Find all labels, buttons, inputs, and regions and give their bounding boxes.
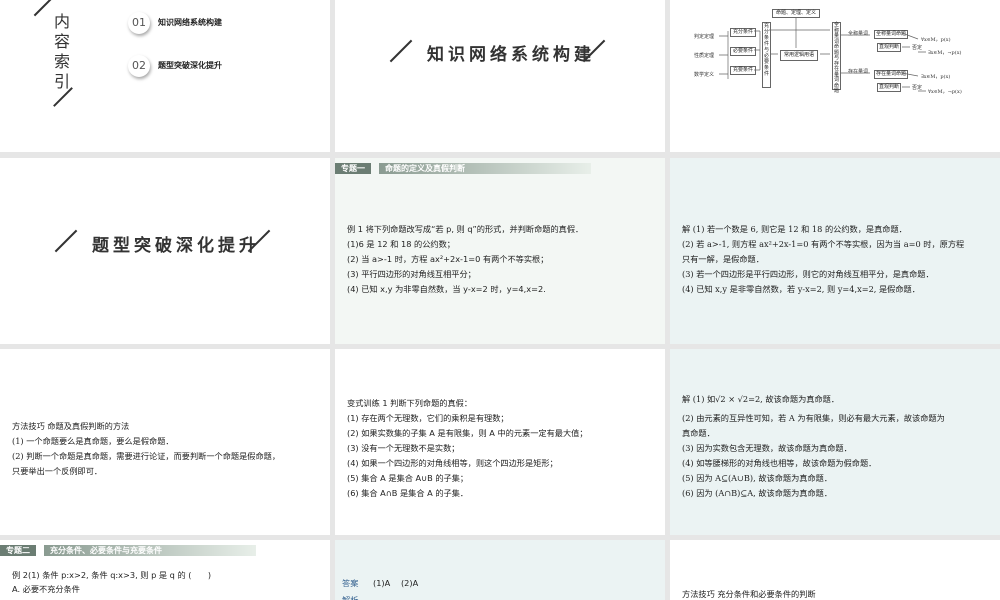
example-text: (3) 平行四边形的对角线互相平分；: [347, 269, 476, 279]
solution-text: 解 (1) 如√2 × √2=2, 故该命题为真命题．: [682, 394, 840, 404]
example-text: (1)6 是 12 和 18 的公约数；: [347, 239, 455, 249]
solution-text: (4) 如等腰梯形的对角线也相等，故该命题为假命题．: [682, 458, 877, 468]
exercise-text: (6) 集合 A∩B 是集合 A 的子集．: [347, 488, 469, 498]
slide-11-answer-2[interactable]: 答案 (1)A (2)A 解析: [335, 540, 665, 600]
solution-text: (5) 因为 A⊆(A∪B), 故该命题为真命题．: [682, 473, 833, 483]
solution-text: 解 (1) 若一个数是 6, 则它是 12 和 18 的公约数，是真命题．: [682, 224, 907, 234]
map-connector-lines: [719, 17, 926, 92]
solution-text: (4) 已知 x,y 是非零自然数，若 y-x=2, 则 y=4,x=2, 是假…: [682, 284, 920, 294]
topic-tag-number: 专题一: [335, 163, 371, 174]
method-text: 只要举出一个反例即可．: [12, 466, 103, 476]
example-text: A. 必要不充分条件: [12, 584, 80, 594]
decor-slash: [54, 229, 78, 253]
solution-text: (3) 若一个四边形是平行四边形，则它的对角线互相平分，是真命题．: [682, 269, 934, 279]
example-text: (4) 已知 x,y 为非零自然数，当 y-x=2 时，y=4,x=2.: [347, 284, 546, 294]
toc-label: 题型突破深化提升: [158, 61, 222, 70]
example-text: (2) 当 a>-1 时，方程 ax²+2x-1=0 有两个不等实根；: [347, 254, 549, 264]
slide-1-contents[interactable]: 内 容 索 引 01 知识网络系统构建 02 题型突破深化提升: [0, 0, 330, 152]
slide-10-example-2[interactable]: 专题二 充分条件、必要条件与充要条件 例 2(1) 条件 p:x>2, 条件 q…: [0, 540, 330, 600]
exercise-text: 变式训练 1 判断下列命题的真假：: [347, 398, 473, 408]
solution-text: (3) 因为实数包含无理数，故该命题为真命题．: [682, 443, 852, 453]
solution-text: (2) 若 a>-1, 则方程 ax²+2x-1=0 有两个不等实根，因为当 a…: [682, 239, 965, 249]
toc-label: 知识网络系统构建: [158, 18, 222, 27]
section-title: 题型突破深化提升: [92, 236, 260, 256]
section-title: 知识网络系统构建: [427, 45, 595, 65]
slide-4-section-title[interactable]: 题型突破深化提升: [0, 158, 330, 344]
method-text: (1) 一个命题要么是真命题，要么是假命题．: [12, 436, 174, 446]
decor-slash: [389, 39, 413, 63]
example-text: 例 1 将下列命题改写成“若 p, 则 q”的形式，并判断命题的真假．: [347, 224, 584, 234]
topic-tag-number: 专题二: [0, 545, 36, 556]
method-text: (2) 判断一个命题是真命题，需要进行论证，而要判断一个命题是假命题，: [12, 451, 281, 461]
slide-5-example-1[interactable]: 专题一 命题的定义及真假判断 例 1 将下列命题改写成“若 p, 则 q”的形式…: [335, 158, 665, 344]
toc-num-badge: 02: [128, 55, 150, 77]
slide-6-solution-1[interactable]: 解 (1) 若一个数是 6, 则它是 12 和 18 的公约数，是真命题． (2…: [670, 158, 1000, 344]
vertical-title: 内 容 索 引: [53, 12, 70, 91]
slide-2-section-title[interactable]: 知识网络系统构建: [335, 0, 665, 152]
solution-text: (6) 因为 (A∩B)⊆A, 故该命题为真命题．: [682, 488, 833, 498]
exercise-text: (3) 没有一个无理数不是实数；: [347, 443, 460, 453]
exercise-text: (4) 如果一个四边形的对角线相等，则这个四边形是矩形；: [347, 458, 558, 468]
solution-text: 真命题．: [682, 428, 715, 438]
slide-8-variant-training[interactable]: 变式训练 1 判断下列命题的真假： (1) 存在两个无理数，它们的乘积是有理数；…: [335, 349, 665, 535]
solution-text: (2) 由元素的互异性可知，若 A 为有限集，则必有最大元素，故该命题为: [682, 413, 945, 423]
slide-9-solution-variant[interactable]: 解 (1) 如√2 × √2=2, 故该命题为真命题． (2) 由元素的互异性可…: [670, 349, 1000, 535]
answer-value: (1)A (2)A: [373, 578, 419, 588]
exercise-text: (1) 存在两个无理数，它们的乘积是有理数；: [347, 413, 509, 423]
method-title: 方法技巧 命题及真假判断的方法: [12, 421, 130, 431]
example-text: 例 2(1) 条件 p:x>2, 条件 q:x>3, 则 p 是 q 的 ( ): [12, 570, 212, 580]
slide-3-knowledge-map[interactable]: 命题、定理、定义 判定定理 性质定理 数学定义 充分条件 必要条件 充要条件 充…: [670, 0, 1000, 152]
method-title: 方法技巧 充分条件和必要条件的判断: [682, 589, 816, 599]
analysis-label: 解析: [342, 595, 359, 600]
answer-label: 答案: [342, 578, 359, 588]
toc-num-badge: 01: [128, 12, 150, 34]
topic-tag-title: 命题的定义及真假判断: [379, 163, 591, 174]
exercise-text: (5) 集合 A 是集合 A∪B 的子集；: [347, 473, 469, 483]
solution-text: 只有一解，是假命题．: [682, 254, 764, 264]
topic-tag-title: 充分条件、必要条件与充要条件: [44, 545, 256, 556]
slide-12-method-tip-2[interactable]: 方法技巧 充分条件和必要条件的判断: [670, 540, 1000, 600]
slide-7-method-tip[interactable]: 方法技巧 命题及真假判断的方法 (1) 一个命题要么是真命题，要么是假命题． (…: [0, 349, 330, 535]
exercise-text: (2) 如果实数集的子集 A 是有限集，则 A 中的元素一定有最大值；: [347, 428, 588, 438]
